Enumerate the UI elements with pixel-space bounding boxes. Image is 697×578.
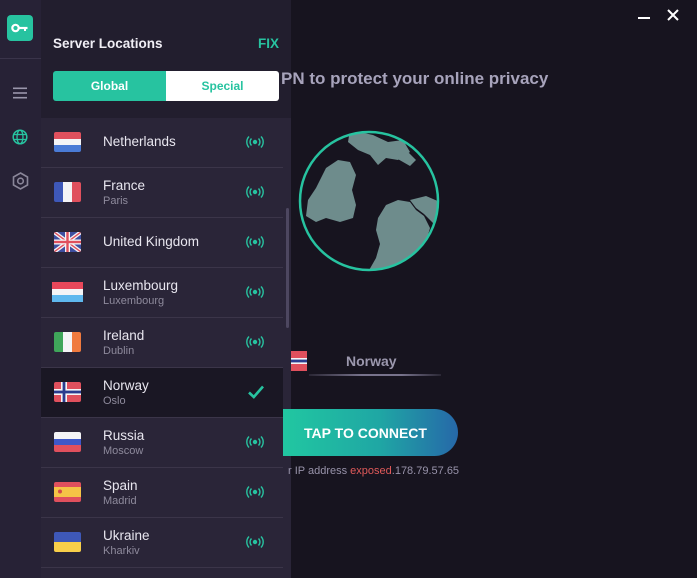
server-country: Ireland: [103, 328, 145, 343]
minimize-button[interactable]: [636, 7, 652, 23]
server-country: Spain: [103, 478, 138, 493]
server-row-spain[interactable]: Spain Madrid: [41, 468, 283, 518]
flag-luxembourg-icon: [52, 282, 83, 302]
flag-ukraine-icon: [54, 532, 81, 552]
flag-united-kingdom-icon: [54, 232, 81, 252]
flag-spain-icon: [54, 482, 81, 502]
signal-icon: [246, 236, 264, 248]
tagline: PN to protect your online privacy: [281, 69, 549, 88]
selected-flag-norway-icon: [291, 351, 307, 371]
location-underline: [309, 374, 441, 376]
menu-icon: [13, 87, 27, 99]
flag-norway-icon: [54, 382, 81, 402]
server-city: Moscow: [103, 445, 144, 457]
locations-button[interactable]: [10, 127, 30, 147]
fix-button[interactable]: FIX: [258, 36, 279, 51]
checkmark-icon: [248, 385, 264, 399]
server-row-united-kingdom[interactable]: United Kingdom: [41, 218, 283, 268]
rail-divider: [0, 58, 41, 59]
signal-icon: [246, 286, 264, 298]
ip-prefix: r IP address: [288, 465, 351, 477]
server-row-ukraine[interactable]: Ukraine Kharkiv: [41, 518, 283, 568]
server-row-luxembourg[interactable]: Luxembourg Luxembourg: [41, 268, 283, 318]
signal-icon: [246, 186, 264, 198]
server-city: Luxembourg: [103, 295, 165, 307]
server-country: United Kingdom: [103, 234, 200, 249]
signal-icon: [246, 136, 264, 148]
panel-title: Server Locations: [53, 36, 163, 51]
app-logo: [7, 15, 33, 41]
globe-icon: [12, 129, 28, 145]
ip-exposed-status: exposed: [350, 465, 392, 477]
server-country: France: [103, 178, 146, 193]
globe-illustration-icon: [298, 130, 440, 272]
panel-header: Server Locations FIX Global Special: [41, 0, 291, 118]
server-row-ireland[interactable]: Ireland Dublin: [41, 318, 283, 368]
server-country: Ukraine: [103, 528, 150, 543]
location-tabs: Global Special: [53, 71, 279, 101]
ip-status-line: r IP address exposed.178.79.57.65: [288, 465, 459, 477]
server-city: Madrid: [103, 495, 137, 507]
server-city: Oslo: [103, 395, 126, 407]
signal-icon: [246, 536, 264, 548]
server-city: Paris: [103, 195, 129, 207]
settings-hexagon-icon: [12, 172, 28, 190]
tab-special[interactable]: Special: [166, 71, 279, 101]
selected-location[interactable]: Norway: [346, 353, 397, 369]
settings-button[interactable]: [10, 171, 30, 191]
close-icon: [667, 9, 679, 21]
close-button[interactable]: [665, 7, 681, 23]
signal-icon: [246, 486, 264, 498]
connect-button[interactable]: TAP TO CONNECT: [283, 409, 458, 456]
server-country: Russia: [103, 428, 145, 443]
server-country: Norway: [103, 378, 149, 393]
signal-icon: [246, 436, 264, 448]
server-list: Netherlands France Paris United Kingdom …: [41, 118, 291, 578]
server-row-france[interactable]: France Paris: [41, 168, 283, 218]
server-city: Kharkiv: [103, 545, 140, 557]
server-row-norway[interactable]: Norway Oslo: [41, 368, 283, 418]
nav-rail: [0, 0, 41, 578]
server-locations-panel: Server Locations FIX Global Special Neth…: [41, 0, 291, 578]
server-list-scrollbar[interactable]: [286, 208, 289, 328]
ip-address: .178.79.57.65: [391, 465, 460, 477]
key-icon: [11, 23, 28, 33]
server-row-russia[interactable]: Russia Moscow: [41, 418, 283, 468]
server-country: Netherlands: [103, 134, 176, 149]
tab-global[interactable]: Global: [53, 71, 166, 101]
server-country: Luxembourg: [103, 278, 179, 293]
server-row-netherlands[interactable]: Netherlands: [41, 118, 283, 168]
menu-button[interactable]: [10, 83, 30, 103]
signal-icon: [246, 336, 264, 348]
server-city: Dublin: [103, 345, 135, 357]
flag-russia-icon: [54, 432, 81, 452]
flag-netherlands-icon: [54, 132, 81, 152]
vpn-app-window: Server Locations FIX Global Special Neth…: [0, 0, 697, 578]
minimize-icon: [638, 17, 650, 19]
flag-ireland-icon: [54, 332, 81, 352]
flag-france-icon: [54, 182, 81, 202]
